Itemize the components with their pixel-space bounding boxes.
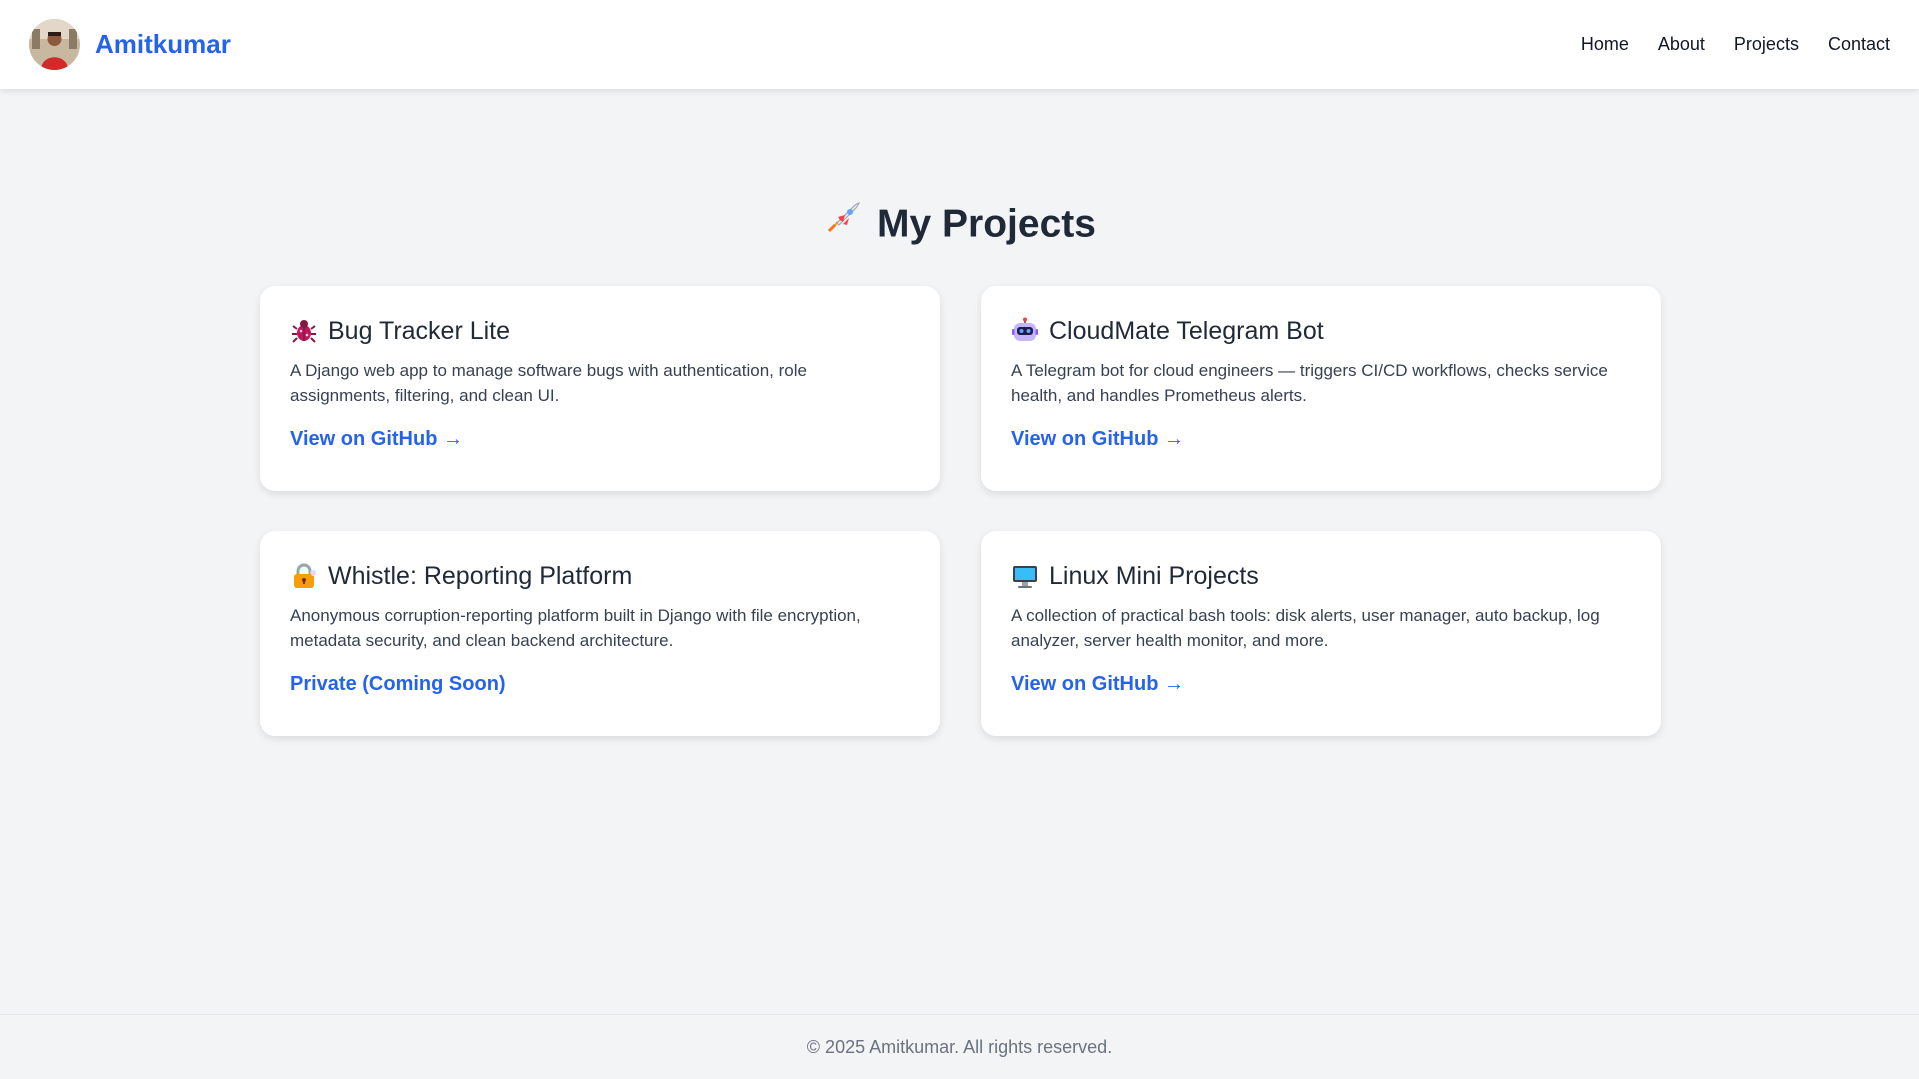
page-title-text: My Projects	[877, 202, 1096, 246]
github-link[interactable]: View on GitHub →	[1011, 428, 1184, 450]
lock-icon	[290, 562, 318, 590]
footer: © 2025 Amitkumar. All rights reserved.	[0, 1014, 1919, 1079]
project-title: Bug Tracker Lite	[328, 317, 511, 345]
desktop-computer-icon	[1011, 562, 1039, 590]
project-description: A Django web app to manage software bugs…	[290, 361, 807, 405]
project-description: A collection of practical bash tools: di…	[1011, 606, 1600, 650]
project-title-row: Whistle: Reporting Platform	[290, 561, 910, 591]
project-card: Whistle: Reporting Platform Anonymous co…	[260, 531, 940, 736]
private-link[interactable]: Private (Coming Soon)	[290, 673, 506, 695]
project-title: Linux Mini Projects	[1049, 562, 1259, 590]
project-title-row: Bug Tracker Lite	[290, 316, 910, 346]
project-title-row: CloudMate Telegram Bot	[1011, 316, 1631, 346]
project-title-row: Linux Mini Projects	[1011, 561, 1631, 591]
nav-link-about[interactable]: About	[1658, 34, 1705, 55]
github-link[interactable]: View on GitHub →	[290, 428, 463, 450]
avatar	[29, 19, 80, 70]
page-title: My Projects	[0, 201, 1919, 252]
github-link[interactable]: View on GitHub →	[1011, 673, 1184, 695]
project-description: Anonymous corruption-reporting platform …	[290, 606, 861, 650]
brand-name: Amitkumar	[95, 29, 231, 59]
copyright-text: © 2025 Amitkumar. All rights reserved.	[806, 1036, 1113, 1057]
brand-link[interactable]: Amitkumar	[29, 19, 231, 70]
project-card: CloudMate Telegram Bot A Telegram bot fo…	[981, 286, 1661, 491]
project-description: A Telegram bot for cloud engineers — tri…	[1011, 361, 1608, 405]
nav-menu: Home About Projects Contact	[1581, 34, 1890, 55]
project-title: CloudMate Telegram Bot	[1049, 317, 1324, 345]
bug-icon	[290, 317, 318, 345]
nav-link-contact[interactable]: Contact	[1828, 34, 1890, 55]
main-content: My Projects Bug Tracker Lite A Django we…	[0, 89, 1919, 1014]
rocket-icon	[823, 197, 863, 248]
project-title: Whistle: Reporting Platform	[328, 562, 633, 590]
robot-icon	[1011, 317, 1039, 345]
project-card: Bug Tracker Lite A Django web app to man…	[260, 286, 940, 491]
projects-grid: Bug Tracker Lite A Django web app to man…	[260, 286, 1661, 736]
nav-link-home[interactable]: Home	[1581, 34, 1629, 55]
nav-link-projects[interactable]: Projects	[1734, 34, 1799, 55]
project-card: Linux Mini Projects A collection of prac…	[981, 531, 1661, 736]
navbar: Amitkumar Home About Projects Contact	[0, 0, 1919, 89]
